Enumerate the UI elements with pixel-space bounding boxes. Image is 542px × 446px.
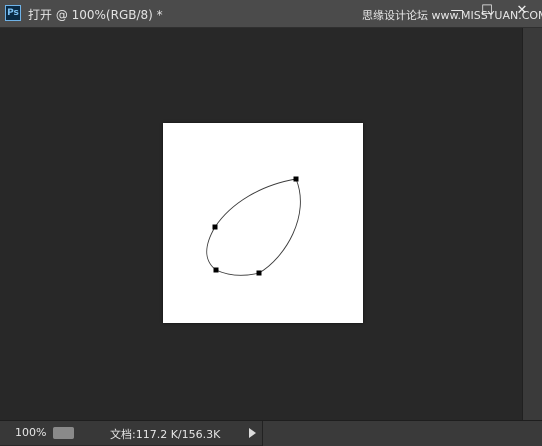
horizontal-scrollbar[interactable]	[262, 421, 542, 446]
document-title-bar[interactable]: Ps 打开 @ 100%(RGB/8) * 思缘设计论坛 www.MISSYUA…	[0, 0, 542, 28]
zoom-level[interactable]: 100%	[15, 426, 46, 439]
maximize-button[interactable]: ☐	[474, 2, 500, 20]
close-button[interactable]: ✕	[508, 2, 536, 20]
vertical-scrollbar[interactable]	[522, 28, 542, 420]
document-tab-title[interactable]: 打开 @ 100%(RGB/8) *	[28, 6, 163, 23]
document-size-info: 文档:117.2 K/156.3K	[110, 428, 221, 441]
anchor-point[interactable]	[213, 267, 219, 273]
minimize-button[interactable]: —	[444, 2, 470, 20]
anchor-point[interactable]	[256, 270, 262, 276]
anchor-point[interactable]	[212, 224, 218, 230]
path-drawing[interactable]	[163, 123, 363, 323]
photoshop-app-icon: Ps	[5, 5, 21, 21]
bezier-path[interactable]	[206, 178, 301, 276]
status-menu-arrow-icon[interactable]	[249, 428, 256, 438]
preview-icon[interactable]	[53, 427, 74, 439]
document-canvas[interactable]	[163, 123, 363, 323]
status-bar: 100% 文档:117.2 K/156.3K	[0, 420, 542, 446]
anchor-point[interactable]	[293, 176, 299, 182]
